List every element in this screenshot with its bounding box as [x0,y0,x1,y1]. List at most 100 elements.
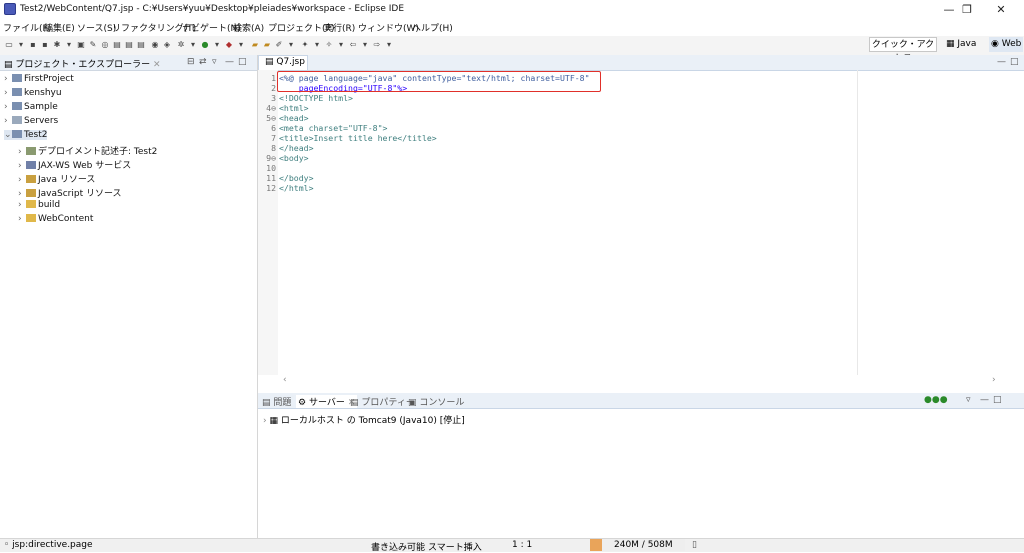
dropdown-icon[interactable]: ▾ [64,40,74,50]
dropdown-icon[interactable]: ▾ [286,40,296,50]
chevron-right-icon: › [18,147,22,157]
dropdown-icon[interactable]: ▾ [336,40,346,50]
annotation-icon[interactable]: ✦ [300,40,310,50]
debug-icon[interactable]: ✲ [176,40,186,50]
webservice-icon [26,161,36,169]
forward-icon[interactable]: ⇨ [372,40,382,50]
monitor-icon[interactable]: ▣ [76,40,86,50]
globe-icon[interactable]: ◉ [150,40,160,50]
dropdown-icon[interactable]: ▾ [212,40,222,50]
tree-item-build[interactable]: › build [18,200,60,210]
project-icon [12,102,22,110]
menu-window[interactable]: ウィンドウ(W) [358,21,419,34]
title-bar: Test2/WebContent/Q7.jsp - C:¥Users¥yuu¥D… [0,0,1024,20]
tree-item-deployment-descriptor[interactable]: › デプロイメント記述子: Test2 [18,144,157,157]
folder-icon [26,200,36,208]
project-explorer-tab[interactable]: ▤ プロジェクト・エクスプローラー ✕ [4,57,161,70]
tab-properties[interactable]: ▤ プロパティー [350,395,415,408]
project-explorer-header: ▤ プロジェクト・エクスプローラー ✕ ⊟ ⇄ ▿ — □ [0,55,257,71]
code-text: <body> [279,153,309,163]
menu-bar: ファイル(F) 編集(E) ソース(S) リファクタリング(T) ナビゲート(N… [0,20,1024,35]
server-icon: ⚙ [298,398,309,408]
folder-icon[interactable]: ▰ [250,40,260,50]
jsp-file-icon: ▤ [265,57,277,67]
target-icon[interactable]: ◎ [100,40,110,50]
tab-problems[interactable]: ▤ 問題 [262,395,291,408]
perspective-web[interactable]: ◉ Web [989,37,1024,52]
restore-button[interactable]: ❐ [950,0,984,20]
dropdown-icon[interactable]: ▾ [16,40,26,50]
code-text: </html> [279,183,314,193]
menu-search[interactable]: 検索(A) [233,21,264,34]
dropdown-icon[interactable]: ▾ [188,40,198,50]
tab-console[interactable]: ▣ コンソール [408,395,464,408]
tool-icon[interactable]: ✎ [88,40,98,50]
collapse-all-icon[interactable]: ⊟ [187,57,195,67]
nav-icon[interactable]: ✧ [324,40,334,50]
quick-access-input[interactable]: クイック・アクセス [869,37,937,64]
project-icon [12,74,22,82]
garbage-collect-icon[interactable]: ▯ [692,540,697,550]
back-icon[interactable]: ⇦ [348,40,358,50]
code-editor[interactable]: 1 <%@ page language="java" contentType="t… [258,70,858,375]
problems-icon: ▤ [262,398,274,408]
java-icon[interactable]: ◈ [162,40,172,50]
close-icon[interactable]: ✕ [153,60,161,70]
edit-icon[interactable]: ▤ [112,40,122,50]
start-server-icon[interactable]: ●●● [924,395,948,405]
view-menu-icon[interactable]: ▿ [966,395,971,405]
view-menu-icon[interactable]: ▿ [212,57,217,67]
dropdown-icon[interactable]: ▾ [360,40,370,50]
gear-icon[interactable]: ✱ [52,40,62,50]
tree-item-sample[interactable]: › Sample [4,102,58,112]
run-icon[interactable]: ● [200,40,210,50]
code-text: <title>Insert title here</title> [279,133,437,143]
menu-help[interactable]: ヘルプ(H) [412,21,453,34]
chevron-right-icon: › [18,175,22,185]
javascript-resource-icon [26,189,36,197]
edit-icon[interactable]: ▤ [124,40,134,50]
maximize-view-icon[interactable]: □ [993,395,1002,405]
maximize-view-icon[interactable]: □ [238,57,247,67]
open-icon[interactable]: ▰ [262,40,272,50]
tree-item-firstproject[interactable]: › FirstProject [4,74,74,84]
menu-navigate[interactable]: ナビゲート(N) [182,21,241,34]
tree-item-test2[interactable]: ⌄ Test2 [4,130,48,140]
maximize-view-icon[interactable]: □ [1010,57,1019,67]
menu-edit[interactable]: 編集(E) [44,21,75,34]
web-perspective-icon: ◉ [991,39,1002,49]
new-icon[interactable]: ▭ [4,40,14,50]
server-entry[interactable]: › ▦ ローカルホスト の Tomcat9 (Java10) [停止] [263,413,465,426]
minimize-view-icon[interactable]: — [980,395,989,405]
tree-item-javascript-resources[interactable]: › JavaScript リソース [18,186,122,199]
save-icon[interactable]: ▪ [28,40,38,50]
tree-item-jaxws[interactable]: › JAX-WS Web サービス [18,158,131,171]
dropdown-icon[interactable]: ▾ [236,40,246,50]
perspective-java[interactable]: ▦ Java [946,37,976,52]
tree-item-webcontent[interactable]: › WebContent [18,214,93,224]
close-button[interactable]: ✕ [984,0,1018,20]
scroll-right-icon[interactable]: › [992,375,996,385]
menu-run[interactable]: 実行(R) [324,21,355,34]
edit-icon[interactable]: ▤ [136,40,146,50]
minimize-view-icon[interactable]: — [997,57,1006,67]
java-perspective-icon: ▦ [946,39,958,49]
menu-source[interactable]: ソース(S) [77,21,116,34]
dropdown-icon[interactable]: ▾ [384,40,394,50]
editor-tab-q7[interactable]: ▤ Q7.jsp [258,55,308,70]
tree-item-kenshyu[interactable]: › kenshyu [4,88,62,98]
tab-servers[interactable]: ⚙ サーバー ✕ [296,395,358,408]
code-line: 4⊖ <html> [266,103,309,113]
tree-item-java-resources[interactable]: › Java リソース [18,172,95,185]
dropdown-icon[interactable]: ▾ [312,40,322,50]
external-tools-icon[interactable]: ◆ [224,40,234,50]
link-editor-icon[interactable]: ⇄ [199,57,207,67]
tree-item-servers[interactable]: › Servers [4,116,58,126]
save-all-icon[interactable]: ▪ [40,40,50,50]
horizontal-scrollbar[interactable]: ‹ › [278,375,1008,387]
pen-icon[interactable]: ✐ [274,40,284,50]
chevron-right-icon: › [4,74,8,84]
scroll-left-icon[interactable]: ‹ [283,375,287,385]
minimize-view-icon[interactable]: — [225,57,234,67]
tomcat-icon: ▦ [269,416,281,426]
